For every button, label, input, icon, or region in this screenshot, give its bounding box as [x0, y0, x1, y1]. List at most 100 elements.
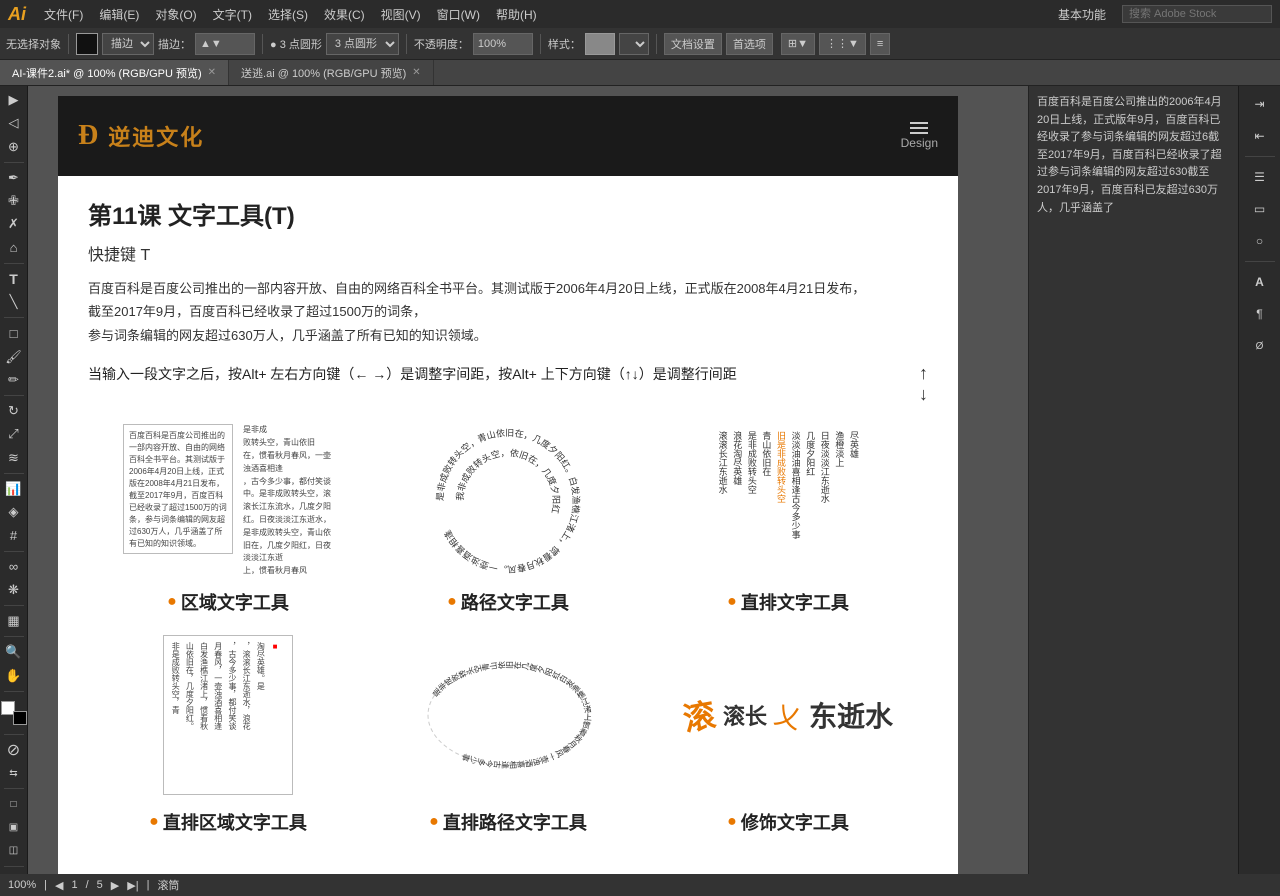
page-sep: / [86, 879, 89, 891]
header-menu[interactable]: Design [901, 122, 938, 150]
style-selector[interactable] [619, 33, 649, 55]
nav-last[interactable]: ▶| [127, 879, 138, 892]
anchor-tool[interactable]: ⌂ [3, 238, 25, 258]
menu-help[interactable]: 帮助(H) [488, 6, 545, 23]
stroke-selector[interactable]: 描边 [102, 33, 154, 55]
right-expand-2[interactable]: ⇤ [1243, 122, 1277, 150]
color-swatches[interactable] [1, 701, 27, 725]
pencil-tool[interactable]: ✏ [3, 370, 25, 390]
hand-tool[interactable]: ✋ [3, 666, 25, 686]
text-tool[interactable]: T [3, 269, 25, 289]
tools-row-2: 非是成败转头空，青 山依旧在，几度夕阳红。 白发渔樵江渚上，惯看秋 月春风，一壶… [88, 635, 928, 835]
va-col-7: 淘尽英雄。是 [255, 642, 266, 788]
align-button[interactable]: ≡ [870, 33, 890, 55]
right-arrange[interactable]: ☰ [1243, 163, 1277, 191]
fill-color-swatch[interactable] [76, 33, 98, 55]
main-layout: ▶ ◁ ⊕ ✒ ✙ ✗ ⌂ T ╲ □ 🖌 ✏ ↻ ⤢ ≋ 📊 ◈ # ∞ ❋ … [0, 86, 1280, 896]
zoom-tool[interactable]: 🔍 [3, 642, 25, 662]
tab-ai-course2[interactable]: AI-课件2.ai* @ 100% (RGB/GPU 预览) ✕ [0, 60, 229, 85]
svg-text:是非成败转头空青山依旧在几度夕阳红白发渔樵江渚上惯看秋月春风: 是非成败转头空青山依旧在几度夕阳红白发渔樵江渚上惯看秋月春风一壶浊酒喜相逢古今多… [431, 661, 593, 770]
doc-settings-button[interactable]: 文档设置 [664, 33, 722, 55]
point-type-selector[interactable]: 3 点圆形 [326, 33, 399, 55]
vertical-text-tool-example: 滚滚长江东逝水 浪花淘尽英雄 是非成败转头空 青山依旧在 旧是非成败转头空 淡淡… [658, 421, 918, 615]
orange-dot-3: ● [727, 593, 737, 611]
draw-inside[interactable]: ◫ [3, 841, 25, 861]
note-row: 当输入一段文字之后，按Alt+ 左右方向键（← →）是调整字间距，按Alt+ 上… [88, 363, 928, 405]
tab-close-2[interactable]: ✕ [412, 67, 420, 78]
background-color[interactable] [13, 711, 27, 725]
desc-line-3: 参与词条编辑的网友超过630万人，几乎涵盖了所有已知的知识领域。 [88, 328, 487, 343]
right-circle[interactable]: ○ [1243, 227, 1277, 255]
transform-button[interactable]: ⋮⋮▼ [819, 33, 866, 55]
menu-window[interactable]: 窗口(W) [429, 6, 488, 23]
workspace-selector[interactable]: 基本功能 [1050, 6, 1114, 23]
desc-line-1: 百度百科是百度公司推出的一部内容开放、自由的网络百科全书平台。其测试版于2006… [88, 281, 865, 296]
canvas-area[interactable]: Ð 逆迪文化 Design 第11课 文字工具(T) [28, 86, 1028, 896]
draw-normal[interactable]: □ [3, 794, 25, 814]
pen-tool[interactable]: ✒ [3, 168, 25, 188]
toolbar-separator-3 [406, 34, 407, 54]
column-graph-tool[interactable]: ▦ [3, 611, 25, 631]
opacity-input[interactable] [473, 33, 533, 55]
tab-close-1[interactable]: ✕ [208, 67, 216, 78]
rotate-tool[interactable]: ↻ [3, 401, 25, 421]
left-toolbar: ▶ ◁ ⊕ ✒ ✙ ✗ ⌂ T ╲ □ 🖌 ✏ ↻ ⤢ ≋ 📊 ◈ # ∞ ❋ … [0, 86, 28, 896]
nav-prev[interactable]: ◀ [55, 879, 63, 892]
tab-sodao[interactable]: 送逃.ai @ 100% (RGB/GPU 预览) ✕ [229, 60, 434, 85]
none-fill[interactable]: ⊘ [3, 740, 25, 760]
status-sep-2: | [147, 879, 150, 891]
right-text[interactable]: A [1243, 268, 1277, 296]
delete-anchor-tool[interactable]: ✗ [3, 214, 25, 234]
right-expand-1[interactable]: ⇥ [1243, 90, 1277, 118]
right-paragraph[interactable]: ¶ [1243, 300, 1277, 328]
down-arrow-icon: ↓ [919, 384, 928, 405]
symbol-tool[interactable]: ❋ [3, 580, 25, 600]
warp-tool[interactable]: ≋ [3, 448, 25, 468]
rtool-sep-2 [1245, 261, 1275, 262]
add-anchor-tool[interactable]: ✙ [3, 191, 25, 211]
area-text-name: 区域文字工具 [181, 589, 289, 615]
logo-icon: Ð [78, 120, 98, 152]
up-arrow-icon: ↑ [919, 363, 928, 384]
line-tool[interactable]: ╲ [3, 292, 25, 312]
spread-value[interactable] [195, 33, 255, 55]
spread-label: 描边： [158, 36, 191, 52]
direct-select-tool[interactable]: ◁ [3, 113, 25, 133]
swap-colors[interactable]: ⇆ [3, 763, 25, 783]
arrange-button[interactable]: ⊞▼ [781, 33, 815, 55]
style-swatch[interactable] [585, 33, 615, 55]
menu-text[interactable]: 文字(T) [205, 6, 260, 23]
blend-tool[interactable]: ∞ [3, 557, 25, 577]
select-tool[interactable]: ▶ [3, 90, 25, 110]
lasso-tool[interactable]: ⊕ [3, 137, 25, 157]
right-opentype[interactable]: Ø [1243, 332, 1277, 360]
logo-text: 逆迪文化 [108, 120, 204, 152]
vertical-text-label: ● 直排文字工具 [727, 589, 849, 615]
menu-select[interactable]: 选择(S) [260, 6, 316, 23]
vertical-path-tool-example: 是非成败转头空青山依旧在几度夕阳红白发渔樵江渚上惯看秋月春风一壶浊酒喜相逢古今多… [378, 635, 638, 835]
path-text-label: ● 路径文字工具 [447, 589, 569, 615]
draw-behind[interactable]: ▣ [3, 817, 25, 837]
paintbrush-tool[interactable]: 🖌 [3, 347, 25, 367]
desc-line-2: 截至2017年9月，百度百科已经收录了超过1500万的词条， [88, 304, 426, 319]
preferences-button[interactable]: 首选项 [726, 33, 773, 55]
menu-effect[interactable]: 效果(C) [316, 6, 373, 23]
area-text-box-1: 百度百科是百度公司推出的一部内容开放、自由的网络百科全书平台。其测试版于2006… [123, 424, 233, 554]
rectangle-tool[interactable]: □ [3, 323, 25, 343]
nav-next[interactable]: ▶ [111, 879, 119, 892]
scale-tool[interactable]: ⤢ [3, 424, 25, 444]
menu-file[interactable]: 文件(F) [36, 6, 91, 23]
menu-view[interactable]: 视图(V) [373, 6, 429, 23]
mesh-tool[interactable]: # [3, 525, 25, 545]
stock-search-input[interactable] [1122, 5, 1272, 23]
toolbar: 无选择对象 描边 描边： ● 3 点圆形 3 点圆形 不透明度： 样式： 文档设… [0, 28, 1280, 60]
gradient-tool[interactable]: ◈ [3, 502, 25, 522]
lesson-note: 当输入一段文字之后，按Alt+ 左右方向键（← →）是调整字间距，按Alt+ 上… [88, 364, 903, 384]
vertical-col-2: 浪花淘尽英雄 [731, 431, 744, 571]
graph-tool[interactable]: 📊 [3, 479, 25, 499]
ltool-sep-8 [4, 636, 24, 637]
menu-edit[interactable]: 编辑(E) [91, 6, 147, 23]
right-rect[interactable]: ▭ [1243, 195, 1277, 223]
tab-bar: AI-课件2.ai* @ 100% (RGB/GPU 预览) ✕ 送逃.ai @… [0, 60, 1280, 86]
menu-object[interactable]: 对象(O) [147, 6, 204, 23]
